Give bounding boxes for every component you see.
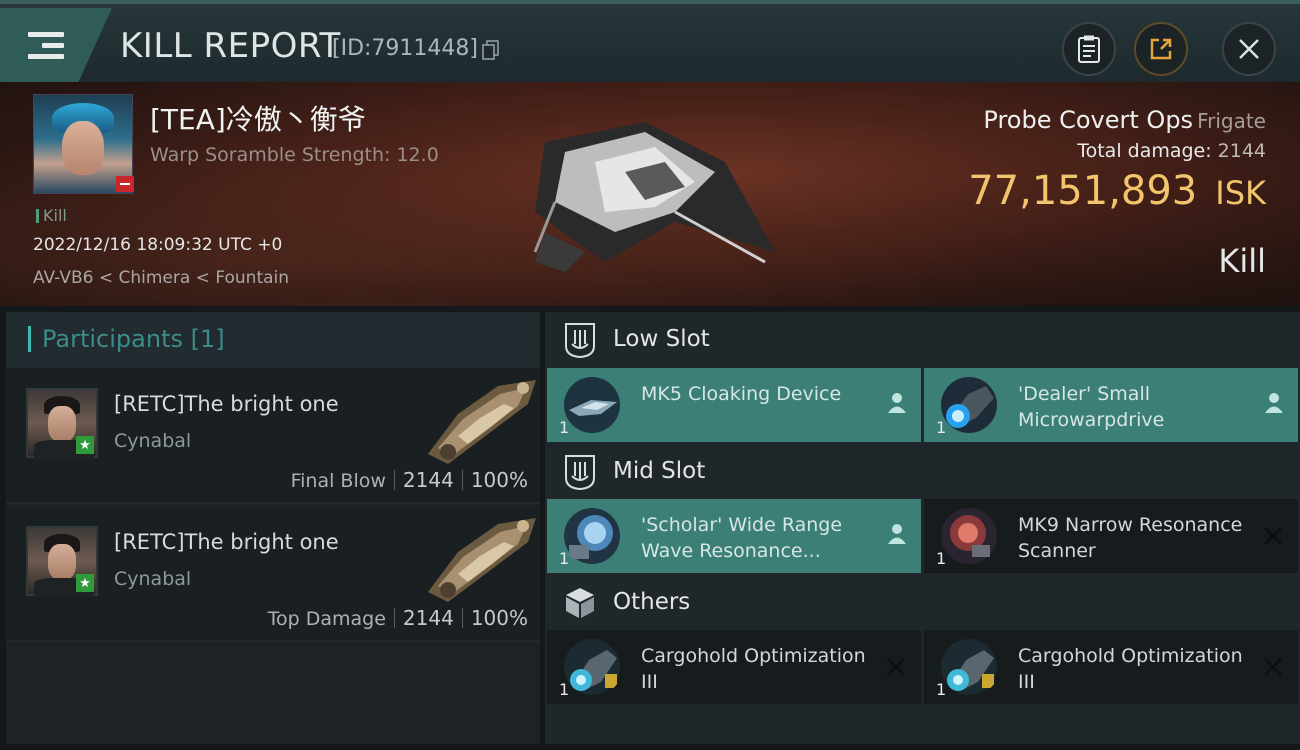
wave-scanner-icon (564, 508, 620, 564)
victim-ship-image[interactable] (525, 102, 785, 272)
module-name: Cargohold Optimization III (641, 645, 866, 693)
low-slot-title: Low Slot (613, 326, 710, 352)
clipboard-icon (1078, 35, 1100, 63)
destroyed-x-icon (1264, 658, 1282, 676)
kill-datetime: 2022/12/16 18:09:32 UTC +0 (33, 235, 283, 255)
module-item[interactable]: 1 'Dealer' Small Microwarpdrive (924, 368, 1298, 442)
star-icon: ★ (76, 436, 94, 454)
fitting-panel: Low Slot 1 MK5 Cloaking Device 1 'Dealer… (545, 312, 1300, 744)
others-title: Others (613, 589, 691, 615)
close-icon (1239, 39, 1259, 59)
share-button[interactable] (1134, 22, 1188, 76)
participant-row[interactable]: ★ [RETC]The bright one Cynabal Final Blo… (6, 368, 540, 504)
participant-name[interactable]: [RETC]The bright one (114, 530, 339, 554)
others-header: Others (545, 575, 1300, 631)
menu-icon (28, 32, 64, 60)
close-button[interactable] (1222, 22, 1276, 76)
dropped-person-icon (888, 393, 906, 413)
kill-result: Kill (1218, 242, 1266, 280)
module-name: Cargohold Optimization III (1018, 645, 1243, 693)
dropped-person-icon (888, 524, 906, 544)
narrow-scanner-icon (941, 508, 997, 564)
module-item[interactable]: 1 Cargohold Optimization III (547, 630, 921, 704)
participants-panel: Participants [1] ★ [RETC]The bright one … (6, 312, 540, 744)
module-item[interactable]: 1 MK5 Cloaking Device (547, 368, 921, 442)
victim-banner: [TEA]冷傲丶衡爷 Warp Soramble Strength: 12.0 … (0, 82, 1300, 306)
module-name: 'Scholar' Wide Range Wave Resonance... (641, 514, 843, 562)
microwarpdrive-icon (941, 377, 997, 433)
participants-header: Participants [1] (6, 312, 540, 368)
participant-ship: Cynabal (114, 568, 192, 590)
mid-slot-title: Mid Slot (613, 458, 706, 484)
module-name: MK5 Cloaking Device (641, 383, 842, 405)
participant-name[interactable]: [RETC]The bright one (114, 392, 339, 416)
module-item[interactable]: 1 'Scholar' Wide Range Wave Resonance... (547, 499, 921, 573)
mid-slot-header: Mid Slot (545, 444, 1300, 500)
share-icon (1150, 38, 1172, 60)
hostile-badge (116, 176, 134, 192)
isk-value: 77,151,893 ISK (968, 168, 1266, 214)
low-slot-icon (565, 323, 595, 358)
participant-stats: Top Damage 2144 100% (267, 606, 528, 630)
header-bar: KILL REPORT [ID:7911448] (0, 0, 1300, 82)
cargohold-optimization-icon (564, 639, 620, 695)
star-icon: ★ (76, 574, 94, 592)
participant-row[interactable]: ★ [RETC]The bright one Cynabal Top Damag… (6, 506, 540, 642)
victim-ship-name[interactable]: Probe Covert Ops Frigate (983, 106, 1266, 134)
module-item[interactable]: 1 Cargohold Optimization III (924, 630, 1298, 704)
participants-title: Participants [1] (42, 325, 225, 353)
kill-location[interactable]: AV-VB6 < Chimera < Fountain (33, 268, 289, 288)
report-id: [ID:7911448] (332, 36, 478, 61)
participant-ship: Cynabal (114, 430, 192, 452)
module-name: 'Dealer' Small Microwarpdrive (1018, 383, 1165, 431)
cloaking-device-icon (564, 377, 620, 433)
participant-ship-image[interactable] (418, 374, 542, 466)
destroyed-x-icon (887, 658, 905, 676)
cargohold-optimization-icon (941, 639, 997, 695)
module-item[interactable]: 1 MK9 Narrow Resonance Scanner (924, 499, 1298, 573)
participant-stats: Final Blow 2144 100% (290, 468, 528, 492)
cargo-box-icon (566, 588, 594, 618)
low-slot-header: Low Slot (545, 312, 1300, 368)
clipboard-button[interactable] (1062, 22, 1116, 76)
victim-name[interactable]: [TEA]冷傲丶衡爷 (150, 98, 366, 138)
mid-slot-icon (565, 455, 595, 490)
total-damage: Total damage: 2144 (1077, 140, 1266, 162)
kill-tag: Kill (36, 206, 67, 225)
menu-button[interactable] (0, 8, 112, 82)
destroyed-x-icon (1264, 527, 1282, 545)
copy-icon[interactable] (482, 40, 500, 60)
participant-ship-image[interactable] (418, 512, 542, 604)
dropped-person-icon (1265, 393, 1283, 413)
module-name: MK9 Narrow Resonance Scanner (1018, 514, 1243, 562)
page-title: KILL REPORT (120, 26, 341, 66)
victim-sub-info: Warp Soramble Strength: 12.0 (150, 144, 439, 166)
